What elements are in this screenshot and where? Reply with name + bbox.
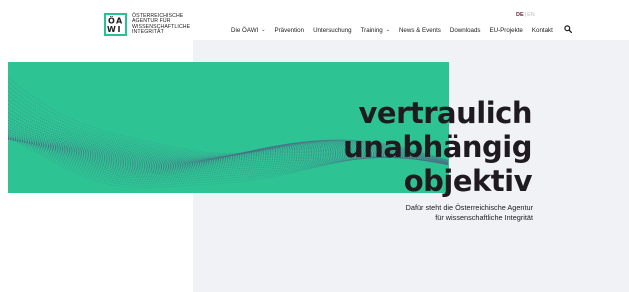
nav-item-label: Training bbox=[360, 26, 383, 34]
nav-item-eu-projekte[interactable]: EU-Projekte bbox=[490, 27, 523, 34]
nav-item-label: EU-Projekte bbox=[489, 26, 523, 34]
nav-item-news-events[interactable]: News & Events bbox=[399, 27, 441, 34]
subline-text: Dafür steht die Österreichische Agentur bbox=[405, 203, 533, 212]
subline-text: für wissenschaftliche Integrität bbox=[435, 212, 533, 222]
hero-headline: vertraulich unabhängig objektiv bbox=[343, 96, 532, 198]
main-nav: Die ÖAWI ⌄ Prävention Untersuchung Train… bbox=[231, 25, 572, 35]
logo-mark: Ö A W I bbox=[104, 13, 127, 36]
nav-item-label: Untersuchung bbox=[313, 26, 352, 34]
nav-item-praevention[interactable]: Prävention bbox=[274, 27, 304, 34]
logo-letter: Ö bbox=[108, 16, 115, 26]
nav-item-untersuchung[interactable]: Untersuchung bbox=[313, 27, 352, 34]
lang-en[interactable]: EN bbox=[527, 12, 535, 18]
nav-item-label: Kontakt bbox=[531, 26, 553, 34]
nav-item-label: Die ÖAWI bbox=[231, 26, 259, 34]
lang-de[interactable]: DE bbox=[516, 12, 524, 18]
logo-letters: Ö A W I bbox=[107, 16, 123, 35]
headline-line: vertraulich bbox=[358, 96, 533, 130]
logo-letter: W bbox=[107, 25, 116, 34]
headline-line: objektiv bbox=[403, 164, 533, 198]
language-switcher: DE|EN bbox=[516, 12, 535, 18]
search-button[interactable] bbox=[564, 25, 572, 35]
logo-line: INTEGRITÄT bbox=[132, 28, 164, 35]
site-logo[interactable]: Ö A W I ÖSTERREICHISCHE AGENTUR FÜR WISS… bbox=[104, 13, 202, 36]
nav-item-label: Prävention bbox=[274, 26, 305, 34]
nav-item-kontakt[interactable]: Kontakt bbox=[532, 27, 553, 34]
search-icon bbox=[564, 25, 572, 34]
headline-line: unabhängig bbox=[343, 130, 532, 164]
logo-wordmark: ÖSTERREICHISCHE AGENTUR FÜR WISSENSCHAFT… bbox=[132, 13, 202, 35]
lang-separator: | bbox=[524, 12, 527, 18]
nav-item-label: Downloads bbox=[449, 26, 481, 34]
hero-subline: Dafür steht die Österreichische Agentur … bbox=[406, 203, 533, 222]
logo-letter: I bbox=[118, 25, 121, 34]
nav-item-downloads[interactable]: Downloads bbox=[450, 27, 481, 34]
nav-item-die-oawi[interactable]: Die ÖAWI ⌄ bbox=[231, 27, 265, 34]
chevron-down-icon: ⌄ bbox=[385, 27, 390, 33]
nav-item-training[interactable]: Training ⌄ bbox=[361, 27, 390, 34]
chevron-down-icon: ⌄ bbox=[261, 27, 266, 33]
nav-item-label: News & Events bbox=[398, 26, 441, 34]
